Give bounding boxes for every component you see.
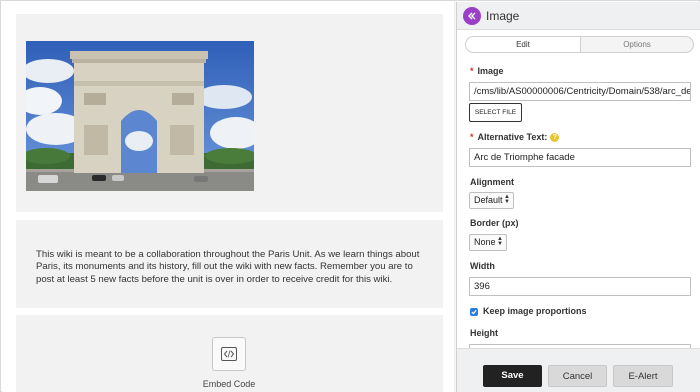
dropdown-arrow-icon: ▲ ▼ [497, 236, 503, 247]
alignment-select[interactable]: Default ▲ ▼ [469, 192, 514, 209]
border-label: Border (px) [470, 218, 519, 228]
image-settings-panel: Image Edit Options * Image /cms/lib/AS000… [456, 2, 700, 392]
e-alert-button[interactable]: E-Alert [613, 365, 673, 387]
select-file-button[interactable]: SELECT FILE [469, 103, 522, 122]
panel-footer: Save Cancel E-Alert [457, 348, 700, 392]
save-button[interactable]: Save [483, 365, 542, 387]
keep-proportions-checkbox[interactable] [470, 308, 478, 316]
alignment-label: Alignment [470, 177, 514, 187]
back-arrow-icon[interactable] [463, 7, 481, 25]
editor-window: This wiki is meant to be a collaboration… [0, 0, 700, 392]
arc-de-triomphe-image [26, 41, 254, 191]
height-label: Height [470, 328, 498, 338]
photo-illustration [26, 41, 254, 191]
panel-header: Image [457, 2, 700, 30]
panel-tabs: Edit Options [465, 36, 694, 53]
alt-text-input[interactable]: Arc de Triomphe facade [469, 148, 691, 167]
tab-edit[interactable]: Edit [466, 37, 581, 52]
image-form: * Image /cms/lib/AS00000006/Centricity/Do… [457, 58, 700, 348]
wiki-description: This wiki is meant to be a collaboration… [36, 249, 420, 285]
keep-proportions-label: Keep image proportions [483, 306, 587, 316]
checkmark-icon [471, 309, 477, 315]
content-canvas: This wiki is meant to be a collaboration… [2, 2, 456, 392]
embed-code-block[interactable]: Embed Code [16, 315, 443, 392]
alt-text-label: * Alternative Text:? [470, 132, 560, 142]
cancel-button[interactable]: Cancel [548, 365, 607, 387]
embed-code-label: Embed Code [202, 379, 256, 389]
tab-options[interactable]: Options [581, 37, 693, 52]
width-input[interactable]: 396 [469, 277, 691, 296]
help-icon[interactable]: ? [550, 133, 560, 142]
dropdown-arrow-icon: ▲ ▼ [504, 194, 510, 205]
text-block[interactable]: This wiki is meant to be a collaboration… [16, 220, 443, 308]
image-block[interactable] [16, 14, 443, 212]
image-field-label: * Image [470, 66, 504, 76]
width-label: Width [470, 261, 495, 271]
image-path-input[interactable]: /cms/lib/AS00000006/Centricity/Domain/53… [469, 82, 691, 101]
border-select[interactable]: None ▲ ▼ [469, 234, 507, 251]
embed-code-icon[interactable] [212, 337, 246, 371]
panel-title: Image [486, 9, 520, 23]
